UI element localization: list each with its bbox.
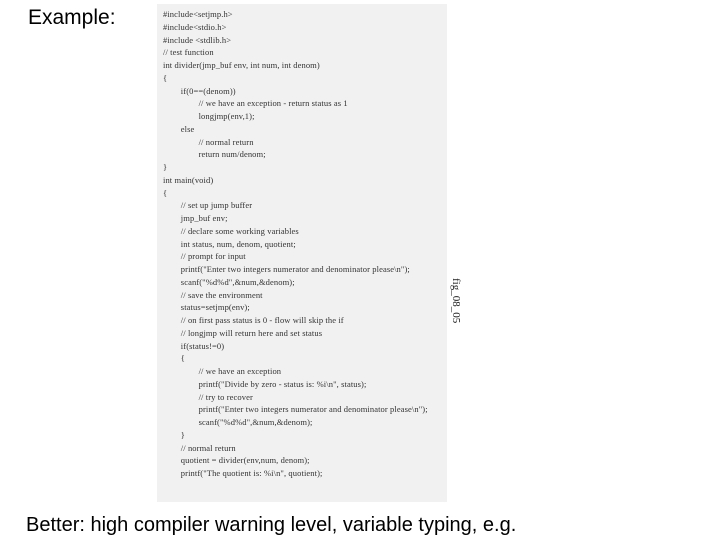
code-line: printf("The quotient is: %i\n", quotient… <box>163 467 441 480</box>
code-line: status=setjmp(env); <box>163 301 441 314</box>
code-line: jmp_buf env; <box>163 212 441 225</box>
code-line: #include<stdio.h> <box>163 21 441 34</box>
code-line: printf("Enter two integers numerator and… <box>163 403 441 416</box>
code-line: // save the environment <box>163 289 441 302</box>
code-line: { <box>163 187 441 200</box>
code-line: int status, num, denom, quotient; <box>163 238 441 251</box>
code-line: { <box>163 352 441 365</box>
code-line: // declare some working variables <box>163 225 441 238</box>
code-line: } <box>163 161 441 174</box>
code-line: // test function <box>163 46 441 59</box>
code-line: int main(void) <box>163 174 441 187</box>
code-line: return num/denom; <box>163 148 441 161</box>
code-line: scanf("%d%d",&num,&denom); <box>163 276 441 289</box>
figure-label: fig_08_05 <box>450 278 462 323</box>
code-line: printf("Divide by zero - status is: %i\n… <box>163 378 441 391</box>
code-line: // we have an exception <box>163 365 441 378</box>
heading-example: Example: <box>28 6 116 30</box>
footer-text: Better: high compiler warning level, var… <box>26 514 516 537</box>
code-line: #include <stdlib.h> <box>163 34 441 47</box>
code-line: scanf("%d%d",&num,&denom); <box>163 416 441 429</box>
code-line: quotient = divider(env,num, denom); <box>163 454 441 467</box>
code-line: // on first pass status is 0 - flow will… <box>163 314 441 327</box>
code-line: // set up jump buffer <box>163 199 441 212</box>
code-line: // normal return <box>163 442 441 455</box>
code-line: printf("Enter two integers numerator and… <box>163 263 441 276</box>
code-line: // longjmp will return here and set stat… <box>163 327 441 340</box>
code-line: if(0==(denom)) <box>163 85 441 98</box>
code-line: // we have an exception - return status … <box>163 97 441 110</box>
code-line: #include<setjmp.h> <box>163 8 441 21</box>
code-line: else <box>163 123 441 136</box>
code-line: int divider(jmp_buf env, int num, int de… <box>163 59 441 72</box>
code-line: { <box>163 72 441 85</box>
code-line: // normal return <box>163 136 441 149</box>
code-line: longjmp(env,1); <box>163 110 441 123</box>
code-line: // try to recover <box>163 391 441 404</box>
code-line: } <box>163 429 441 442</box>
code-line: if(status!=0) <box>163 340 441 353</box>
code-line: // prompt for input <box>163 250 441 263</box>
code-listing: #include<setjmp.h>#include<stdio.h>#incl… <box>157 4 447 502</box>
